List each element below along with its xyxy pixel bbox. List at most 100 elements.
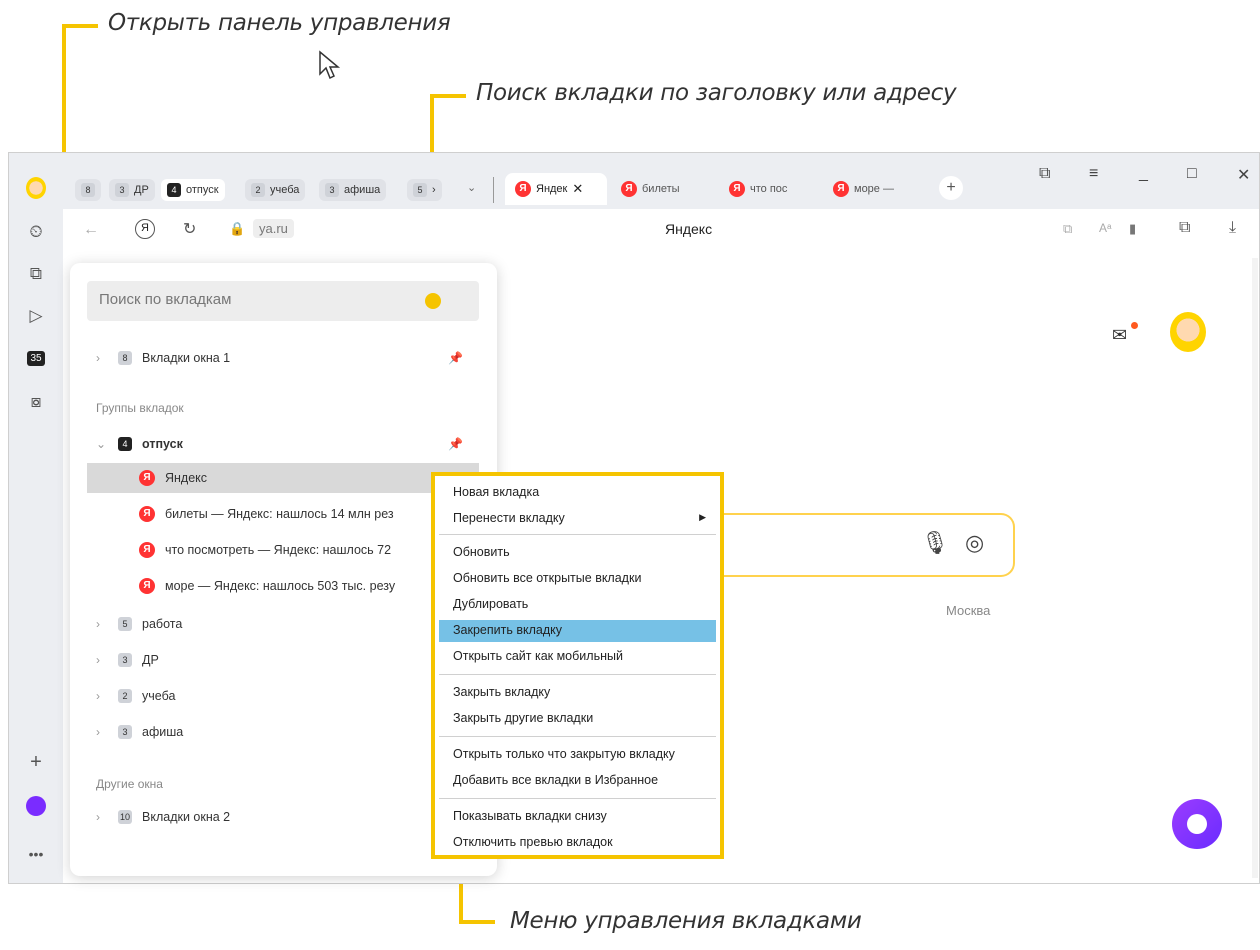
chevron-right-icon: › xyxy=(96,689,100,703)
download-icon[interactable]: ⤓ xyxy=(1229,219,1236,237)
chevron-right-icon: › xyxy=(96,725,100,739)
pin-icon[interactable]: 📌 xyxy=(448,437,463,451)
tab-what-to-watch[interactable]: Я что пос xyxy=(719,173,797,205)
callout-tab-menu: Меню управления вкладками xyxy=(510,908,862,934)
chevron-right-icon: › xyxy=(96,351,100,365)
tab-group-chip[interactable]: 8 xyxy=(75,179,101,201)
address-bar[interactable]: ya.ru xyxy=(253,219,294,238)
menu-item-reload-all[interactable]: Обновить все открытые вкладки xyxy=(439,568,716,590)
yandex-home-icon[interactable]: Я xyxy=(135,219,155,239)
microphone-icon[interactable]: 🎙 xyxy=(921,530,949,556)
tab-title: море — xyxy=(854,183,894,195)
menu-item-tabs-bottom[interactable]: Показывать вкладки снизу xyxy=(439,806,716,828)
more-icon[interactable]: ••• xyxy=(23,841,49,867)
menu-icon[interactable]: ≡ xyxy=(1089,165,1098,183)
close-icon[interactable]: ✕ xyxy=(572,181,583,197)
alice-button[interactable] xyxy=(1172,799,1222,849)
callout-dot xyxy=(425,293,441,309)
tab-row[interactable]: Я билеты — Яндекс: нашлось 14 млн рез xyxy=(70,499,432,529)
tab-tickets[interactable]: Я билеты xyxy=(611,173,690,205)
group-count: 3 xyxy=(115,183,129,197)
window-row[interactable]: › 8 Вкладки окна 1 📌 xyxy=(70,343,497,373)
group-row[interactable]: ⌄ 4 отпуск 📌 xyxy=(70,429,497,459)
callout-line xyxy=(430,94,466,98)
mail-icon[interactable]: ✉ xyxy=(1112,325,1127,346)
maximize-icon[interactable]: □ xyxy=(1187,165,1197,183)
yandex-logo-icon: Я xyxy=(833,181,849,197)
tab-context-menu: Новая вкладка Перенести вкладку ▶ Обновит… xyxy=(431,472,724,859)
menu-separator xyxy=(439,674,716,675)
tab-group-chip[interactable]: 2 учеба xyxy=(245,179,306,201)
chevron-right-icon: › xyxy=(432,184,436,196)
alice-icon[interactable] xyxy=(23,793,49,819)
menu-item-duplicate[interactable]: Дублировать xyxy=(439,594,716,616)
menu-item-move-tab[interactable]: Перенести вкладку ▶ xyxy=(439,508,716,530)
tabs-panel-icon[interactable]: ⧉ xyxy=(1039,165,1050,183)
tab-count: 3 xyxy=(118,653,132,667)
history-icon[interactable]: ⏲ xyxy=(23,219,49,245)
menu-item-new-tab[interactable]: Новая вкладка xyxy=(439,482,716,504)
tab-row[interactable]: Я Яндекс xyxy=(87,463,479,493)
close-window-icon[interactable]: ✕ xyxy=(1237,165,1250,185)
row-label: работа xyxy=(142,617,183,631)
reload-icon[interactable]: ↻ xyxy=(183,219,196,239)
calendar-icon[interactable]: 35 xyxy=(23,345,49,371)
reading-icon[interactable]: ⧉ xyxy=(1179,219,1190,237)
group-count: 2 xyxy=(251,183,265,197)
group-count: 5 xyxy=(413,183,427,197)
lock-icon: 🔒 xyxy=(229,221,246,236)
tab-group-chip[interactable]: 3 ДР xyxy=(109,179,155,201)
tab-search-input[interactable]: Поиск по вкладкам xyxy=(87,281,479,321)
copy-link-icon[interactable]: ⧉ xyxy=(1063,221,1072,237)
tab-bar: 8 3 ДР 4 отпуск 2 учеба 3 афиша 5 › ⌄ Я Яндек… xyxy=(9,153,1259,209)
yandex-logo-icon: Я xyxy=(139,506,155,522)
tab-count: 10 xyxy=(118,810,133,824)
row-label: билеты — Яндекс: нашлось 14 млн рез xyxy=(165,507,394,521)
group-count: 3 xyxy=(325,183,339,197)
profile-avatar-icon[interactable] xyxy=(23,175,49,201)
add-icon[interactable]: + xyxy=(23,749,49,775)
page-title: Яндекс xyxy=(665,221,713,237)
menu-item-mobile-site[interactable]: Открыть сайт как мобильный xyxy=(439,646,716,668)
divider xyxy=(493,177,494,203)
menu-item-bookmark-all[interactable]: Добавить все вкладки в Избранное xyxy=(439,770,716,792)
collections-icon[interactable]: ⧉ xyxy=(23,261,49,287)
bookmark-icon[interactable]: ▮ xyxy=(1129,221,1136,237)
menu-item-close-others[interactable]: Закрыть другие вкладки xyxy=(439,708,716,730)
yandex-logo-icon: Я xyxy=(515,181,531,197)
scrollbar[interactable] xyxy=(1252,258,1258,878)
menu-item-reopen-closed[interactable]: Открыть только что закрытую вкладку xyxy=(439,744,716,766)
calendar-day: 35 xyxy=(27,350,45,366)
row-label: афиша xyxy=(142,725,184,739)
group-label: учеба xyxy=(270,184,300,196)
menu-item-label: Перенести вкладку xyxy=(453,511,565,525)
notification-dot xyxy=(1131,322,1138,329)
menu-separator xyxy=(439,534,716,535)
back-icon[interactable]: ← xyxy=(83,221,99,239)
play-icon[interactable]: ▷ xyxy=(23,303,49,329)
tab-group-chip[interactable]: 4 отпуск xyxy=(161,179,225,201)
pin-icon[interactable]: 📌 xyxy=(448,351,463,365)
new-tab-button[interactable]: + xyxy=(939,176,963,200)
yandex-logo-icon: Я xyxy=(139,470,155,486)
menu-item-reload[interactable]: Обновить xyxy=(439,542,716,564)
tab-row[interactable]: Я море — Яндекс: нашлось 503 тыс. резу xyxy=(70,571,432,601)
user-avatar[interactable] xyxy=(1170,312,1206,352)
mouse-cursor-icon xyxy=(319,50,341,80)
menu-item-disable-preview[interactable]: Отключить превью вкладок xyxy=(439,832,716,854)
chevron-down-icon[interactable]: ⌄ xyxy=(467,181,476,194)
tab-group-chip[interactable]: 5 › xyxy=(407,179,442,201)
city-label[interactable]: Москва xyxy=(946,603,990,618)
tab-sea[interactable]: Я море — xyxy=(823,173,904,205)
menu-item-pin-tab[interactable]: Закрепить вкладку xyxy=(439,620,716,642)
row-label: Вкладки окна 2 xyxy=(142,810,231,824)
tab-row[interactable]: Я что посмотреть — Яндекс: нашлось 72 xyxy=(70,535,432,565)
tab-group-chip[interactable]: 3 афиша xyxy=(319,179,387,201)
tab-yandex[interactable]: Я Яндек ✕ xyxy=(505,173,607,205)
translate-icon[interactable]: Aᵃ xyxy=(1099,221,1111,235)
minimize-icon[interactable]: _ xyxy=(1139,165,1148,183)
camera-search-icon[interactable]: ◎ xyxy=(965,530,984,556)
yandex-logo-icon: Я xyxy=(139,542,155,558)
menu-item-close-tab[interactable]: Закрыть вкладку xyxy=(439,682,716,704)
screenshot-icon[interactable]: ⧇ xyxy=(23,389,49,415)
